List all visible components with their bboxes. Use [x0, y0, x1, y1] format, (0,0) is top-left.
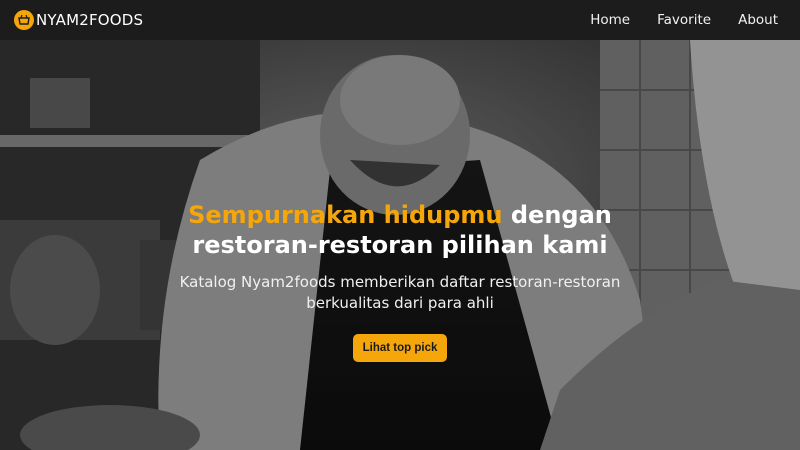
top-pick-button[interactable]: Lihat top pick: [352, 334, 448, 362]
hero-title: Sempurnakan hidupmu dengan restoran-rest…: [0, 200, 800, 260]
food-logo-icon: [14, 10, 34, 30]
nav-links: Home Favorite About: [590, 12, 778, 28]
nav-link-home[interactable]: Home: [590, 12, 630, 28]
hero-subtitle: Katalog Nyam2foods memberikan daftar res…: [0, 272, 800, 314]
hero-subtitle-line2: berkualitas dari para ahli: [306, 294, 494, 312]
hero-section: Sempurnakan hidupmu dengan restoran-rest…: [0, 40, 800, 450]
hero-title-line2: restoran-restoran pilihan kami: [192, 231, 608, 259]
brand[interactable]: NYAM2FOODS: [14, 10, 143, 30]
hero-subtitle-line1: Katalog Nyam2foods memberikan daftar res…: [179, 273, 621, 291]
hero-title-highlight: Sempurnakan hidupmu: [188, 201, 503, 229]
nav-link-about[interactable]: About: [738, 12, 778, 28]
hero-title-rest: dengan: [502, 201, 612, 229]
nav-link-favorite[interactable]: Favorite: [657, 12, 711, 28]
brand-name: NYAM2FOODS: [36, 11, 144, 29]
navbar: NYAM2FOODS Home Favorite About: [0, 0, 800, 40]
hero-content: Sempurnakan hidupmu dengan restoran-rest…: [0, 200, 800, 362]
